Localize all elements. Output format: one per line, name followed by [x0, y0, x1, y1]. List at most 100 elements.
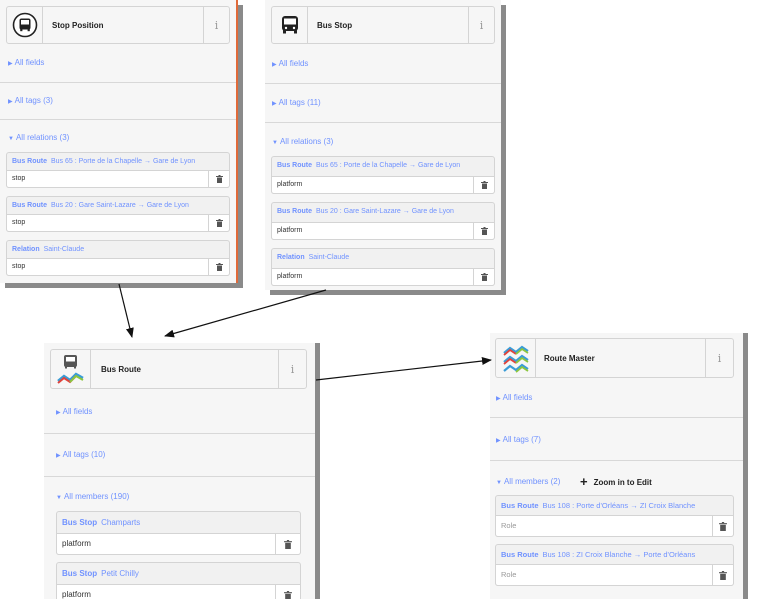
role-input[interactable]: platform	[57, 585, 275, 599]
divider	[0, 82, 236, 83]
relation-link[interactable]: Bus Route Bus 20 : Gare Saint-Lazare → Ga…	[272, 203, 494, 220]
zoom-in-to-edit-button[interactable]: + Zoom in to Edit	[580, 474, 652, 489]
relation-type: Relation	[12, 246, 40, 253]
trash-icon[interactable]	[473, 177, 494, 193]
all-tags-toggle[interactable]: ▶ All tags (3)	[0, 96, 236, 105]
caret-right-icon: ▶	[8, 99, 13, 105]
role-input[interactable]: platform	[272, 223, 473, 239]
relation-link[interactable]: Bus Route Bus 65 : Porte de la Chapelle →…	[272, 157, 494, 174]
all-fields-toggle[interactable]: ▶ All fields	[265, 59, 501, 68]
member-item: Bus Route Bus 108 : ZI Croix Blanche → Po…	[495, 544, 734, 586]
trash-icon[interactable]	[473, 269, 494, 285]
relation-type: Bus Route	[277, 162, 312, 169]
member-name: Bus 108 : ZI Croix Blanche → Porte d'Orl…	[542, 550, 696, 559]
role-input[interactable]: stop	[7, 215, 208, 231]
relation-item: Bus Route Bus 65 : Porte de la Chapelle →…	[271, 156, 495, 194]
trash-icon[interactable]	[275, 585, 300, 599]
all-relations-label: All relations (3)	[15, 133, 70, 142]
relation-name: Bus 65 : Porte de la Chapelle → Gare de …	[316, 162, 461, 169]
relation-name: Bus 20 : Gare Saint-Lazare → Gare de Lyo…	[51, 202, 189, 209]
relation-link[interactable]: Relation Saint-Claude	[272, 249, 494, 266]
caret-right-icon: ▶	[8, 61, 13, 67]
all-fields-label: All fields	[14, 58, 45, 67]
relation-type: Bus Route	[12, 158, 47, 165]
role-input[interactable]: stop	[7, 171, 208, 187]
caret-right-icon: ▶	[272, 62, 277, 68]
caret-right-icon: ▶	[496, 396, 501, 402]
route-master-icon	[496, 339, 536, 377]
member-link[interactable]: Bus Route Bus 108 : Porte d'Orléans → ZI …	[496, 496, 733, 516]
all-fields-label: All fields	[278, 59, 309, 68]
member-link[interactable]: Bus Route Bus 108 : ZI Croix Blanche → Po…	[496, 545, 733, 565]
role-input[interactable]: stop	[7, 259, 208, 275]
trash-icon[interactable]	[208, 215, 229, 231]
preset-header: Bus Route i	[50, 349, 307, 389]
all-relations-toggle[interactable]: ▼ All relations (3)	[0, 133, 236, 142]
preset-title: Bus Stop	[317, 20, 353, 30]
trash-icon[interactable]	[712, 565, 733, 585]
relation-name: Bus 65 : Porte de la Chapelle → Gare de …	[51, 158, 196, 165]
all-tags-toggle[interactable]: ▶ All tags (10)	[44, 450, 315, 459]
divider	[44, 476, 315, 477]
relation-item: Relation Saint-Claude platform	[271, 248, 495, 286]
all-fields-label: All fields	[62, 407, 93, 416]
relation-link[interactable]: Bus Route Bus 20 : Gare Saint-Lazare → Ga…	[7, 197, 229, 214]
all-fields-toggle[interactable]: ▶ All fields	[44, 407, 315, 416]
member-type: Bus Route	[501, 550, 539, 559]
member-item: Bus Stop Petit Chilly platform	[56, 562, 301, 599]
trash-icon[interactable]	[712, 516, 733, 536]
role-input[interactable]: platform	[57, 534, 275, 554]
all-relations-toggle[interactable]: ▼ All relations (3)	[265, 137, 501, 146]
all-tags-label: All tags (10)	[62, 450, 106, 459]
divider	[265, 83, 501, 84]
info-button[interactable]: i	[705, 339, 733, 377]
trash-icon[interactable]	[208, 171, 229, 187]
bus-stop-panel: Bus Stop i ▶ All fields ▶ All tags (11) ▼ A…	[265, 0, 501, 290]
bus-route-panel: Bus Route i ▶ All fields ▶ All tags (10) ▼…	[44, 343, 320, 599]
all-fields-label: All fields	[502, 393, 533, 402]
relation-name: Saint-Claude	[43, 246, 85, 253]
all-tags-toggle[interactable]: ▶ All tags (7)	[490, 435, 743, 444]
role-input[interactable]: Role	[496, 516, 712, 536]
role-input[interactable]: platform	[272, 269, 473, 285]
all-fields-toggle[interactable]: ▶ All fields	[0, 58, 236, 67]
preset-title: Stop Position	[52, 20, 104, 30]
trash-icon[interactable]	[275, 534, 300, 554]
caret-down-icon: ▼	[8, 136, 14, 142]
member-item: Bus Route Bus 108 : Porte d'Orléans → ZI …	[495, 495, 734, 537]
info-button[interactable]: i	[468, 7, 494, 43]
role-input[interactable]: platform	[272, 177, 473, 193]
role-input[interactable]: Role	[496, 565, 712, 585]
all-relations-label: All relations (3)	[279, 137, 334, 146]
all-fields-toggle[interactable]: ▶ All fields	[490, 393, 743, 402]
member-name: Bus 108 : Porte d'Orléans → ZI Croix Bla…	[542, 501, 696, 510]
divider	[490, 417, 743, 418]
member-link[interactable]: Bus Stop Petit Chilly	[57, 563, 300, 585]
trash-icon[interactable]	[473, 223, 494, 239]
divider	[44, 433, 315, 434]
plus-icon: +	[580, 474, 588, 489]
info-button[interactable]: i	[278, 350, 306, 388]
member-name: Petit Chilly	[101, 569, 139, 578]
relation-name: Bus 20 : Gare Saint-Lazare → Gare de Lyo…	[316, 208, 454, 215]
relation-name: Saint-Claude	[308, 254, 350, 261]
preset-title: Bus Route	[101, 364, 141, 374]
relation-item: Bus Route Bus 65 : Porte de la Chapelle →…	[6, 152, 230, 188]
all-members-label: All members (190)	[63, 492, 130, 501]
all-members-toggle[interactable]: ▼ All members (190)	[44, 492, 315, 501]
zoom-in-label: Zoom in to Edit	[593, 478, 652, 487]
relation-type: Bus Route	[277, 208, 312, 215]
info-button[interactable]: i	[203, 7, 229, 43]
relation-link[interactable]: Relation Saint-Claude	[7, 241, 229, 258]
stop-position-panel: Stop Position i ▶ All fields ▶ All tags (3…	[0, 0, 238, 283]
caret-down-icon: ▼	[272, 140, 278, 146]
member-link[interactable]: Bus Stop Champarts	[57, 512, 300, 534]
relation-item: Relation Saint-Claude stop	[6, 240, 230, 276]
caret-down-icon: ▼	[56, 495, 62, 501]
trash-icon[interactable]	[208, 259, 229, 275]
arrow-stop-position-to-bus-route	[118, 283, 134, 338]
relation-link[interactable]: Bus Route Bus 65 : Porte de la Chapelle →…	[7, 153, 229, 170]
relation-type: Bus Route	[12, 202, 47, 209]
all-tags-toggle[interactable]: ▶ All tags (11)	[265, 98, 501, 107]
relation-item: Bus Route Bus 20 : Gare Saint-Lazare → Ga…	[271, 202, 495, 240]
